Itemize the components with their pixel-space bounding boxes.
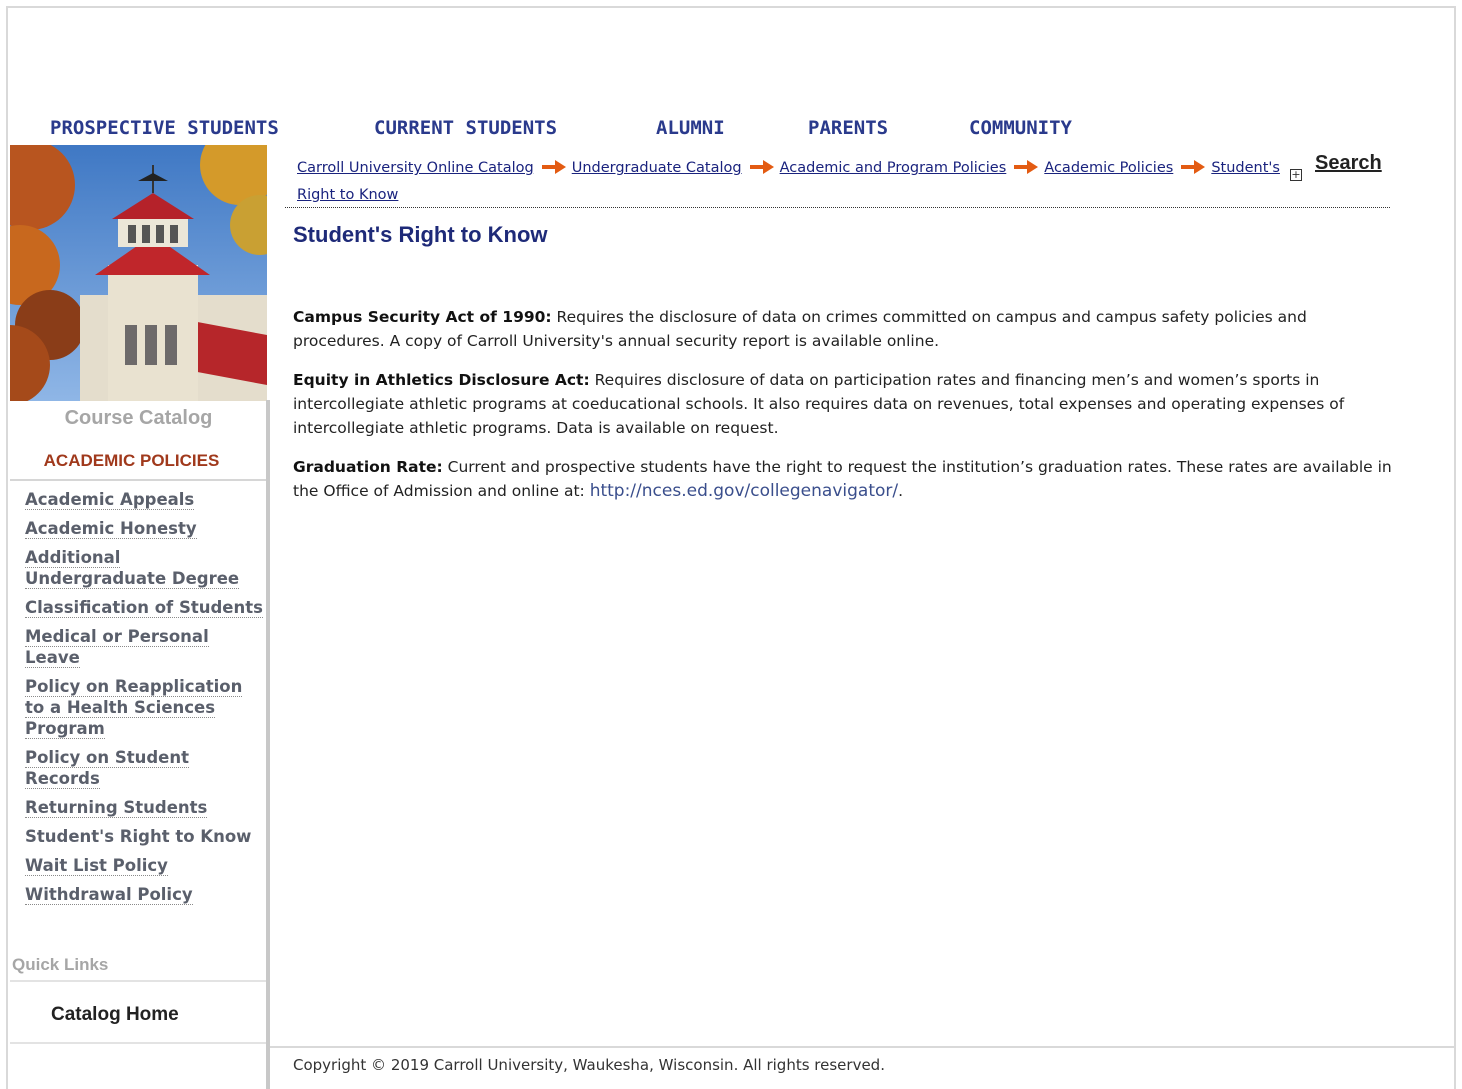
quick-links-label: Quick Links (12, 955, 109, 974)
nav-community[interactable]: COMMUNITY (969, 117, 1072, 139)
arrow-right-icon (749, 160, 774, 174)
sidebar-divider (10, 479, 266, 481)
paragraph-label: Campus Security Act of 1990: (293, 308, 552, 326)
sidebar-item: Wait List Policy (25, 855, 265, 876)
sidebar-item: Academic Appeals (25, 489, 265, 510)
breadcrumb-online-catalog[interactable]: Carroll University Online Catalog (297, 160, 534, 176)
sidebar-item: Academic Honesty (25, 518, 265, 539)
sidebar-item-current: Student's Right to Know (25, 827, 252, 846)
college-navigator-link[interactable]: http://nces.ed.gov/collegenavigator/ (590, 481, 898, 501)
sidebar-heading: ACADEMIC POLICIES (43, 451, 220, 470)
catalog-home-link[interactable]: Catalog Home (51, 1004, 179, 1026)
sidebar-links: Academic Appeals Academic Honesty Additi… (25, 489, 265, 913)
campus-tower-image (10, 145, 267, 401)
sidebar-item: Classification of Students (25, 597, 265, 618)
sidebar-link-additional-degree[interactable]: Additional Undergraduate Degree (25, 548, 240, 589)
sidebar-link-classification[interactable]: Classification of Students (25, 598, 263, 618)
sidebar-link-academic-appeals[interactable]: Academic Appeals (25, 490, 195, 510)
sidebar-link-student-records[interactable]: Policy on Student Records (25, 748, 190, 789)
sidebar-link-withdrawal[interactable]: Withdrawal Policy (25, 885, 193, 905)
copyright-footer: Copyright © 2019 Carroll University, Wau… (293, 1056, 885, 1074)
paragraph-athletics-disclosure: Equity in Athletics Disclosure Act: Requ… (293, 368, 1393, 440)
sidebar-link-wait-list[interactable]: Wait List Policy (25, 856, 168, 876)
nav-parents[interactable]: PARENTS (808, 117, 888, 139)
sidebar-item: Policy on Reapplication to a Health Scie… (25, 676, 265, 739)
footer-divider (270, 1046, 1456, 1048)
main-content: Campus Security Act of 1990: Requires th… (293, 305, 1393, 518)
content-divider (285, 207, 1390, 208)
course-catalog-label: Course Catalog (64, 407, 213, 429)
sidebar-item: Returning Students (25, 797, 265, 818)
paragraph-campus-security: Campus Security Act of 1990: Requires th… (293, 305, 1393, 353)
breadcrumb: Carroll University Online Catalog Undergr… (297, 155, 1282, 209)
sidebar-item: Medical or Personal Leave (25, 626, 265, 668)
arrow-right-icon (1014, 160, 1039, 174)
nav-current-students[interactable]: CURRENT STUDENTS (374, 117, 557, 139)
top-navigation: PROSPECTIVE STUDENTS CURRENT STUDENTS AL… (0, 117, 1462, 145)
paragraph-label: Graduation Rate: (293, 458, 443, 476)
arrow-right-icon (541, 160, 566, 174)
paragraph-graduation-rate: Graduation Rate: Current and prospective… (293, 455, 1393, 503)
breadcrumb-academic-policies[interactable]: Academic Policies (1044, 160, 1173, 176)
sidebar-right-border (266, 400, 270, 1089)
nav-prospective-students[interactable]: PROSPECTIVE STUDENTS (50, 117, 279, 139)
sidebar-link-medical-leave[interactable]: Medical or Personal Leave (25, 627, 209, 668)
sidebar-item: Policy on Student Records (25, 747, 265, 789)
catalog-home-box: Catalog Home (10, 980, 266, 1044)
nav-alumni[interactable]: ALUMNI (656, 117, 725, 139)
sidebar-link-academic-honesty[interactable]: Academic Honesty (25, 519, 197, 539)
breadcrumb-undergraduate-catalog[interactable]: Undergraduate Catalog (572, 160, 742, 176)
paragraph-text: . (898, 482, 904, 500)
arrow-right-icon (1181, 160, 1206, 174)
sidebar-link-returning-students[interactable]: Returning Students (25, 798, 208, 818)
breadcrumb-program-policies[interactable]: Academic and Program Policies (780, 160, 1007, 176)
expand-plus-icon[interactable]: + (1290, 169, 1302, 181)
sidebar-item: Additional Undergraduate Degree (25, 547, 265, 589)
page-title: Student's Right to Know (293, 222, 548, 247)
paragraph-label: Equity in Athletics Disclosure Act: (293, 371, 590, 389)
sidebar: Course Catalog ACADEMIC POLICIES Academi… (10, 145, 268, 1089)
sidebar-link-reapplication[interactable]: Policy on Reapplication to a Health Scie… (25, 677, 243, 739)
sidebar-item: Withdrawal Policy (25, 884, 265, 905)
search-link[interactable]: Search (1315, 152, 1382, 175)
